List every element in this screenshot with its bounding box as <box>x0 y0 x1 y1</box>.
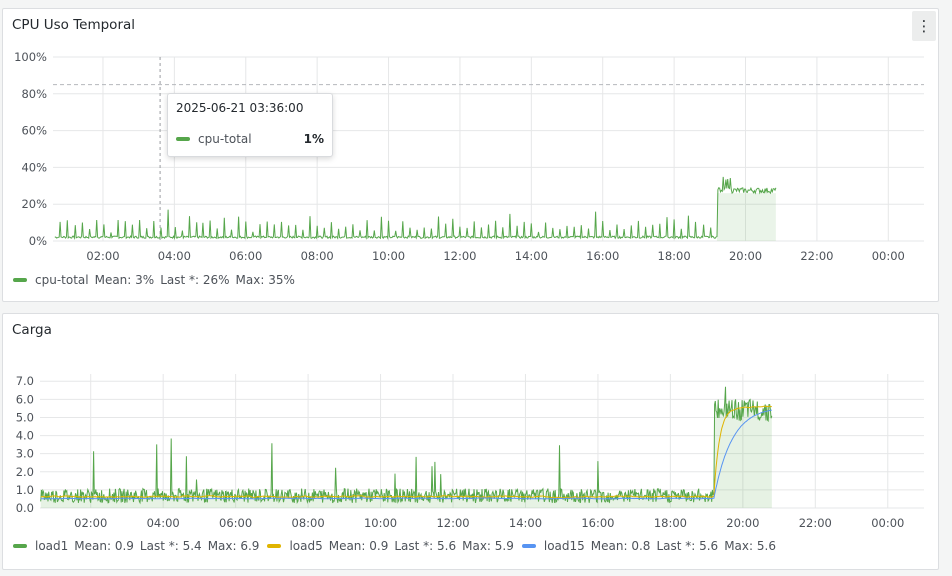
legend-last: Last *: 5.6 <box>656 539 719 553</box>
x-tick-label: 06:00 <box>219 516 252 530</box>
legend-swatch <box>521 544 536 548</box>
x-tick-label: 14:00 <box>509 516 542 530</box>
series-line-load5 <box>40 405 772 499</box>
legend-last: Last *: 5.4 <box>139 539 202 553</box>
x-tick-label: 20:00 <box>726 516 759 530</box>
legend-mean: Mean: 0.9 <box>328 539 389 553</box>
legend-max: Max: 5.9 <box>462 539 514 553</box>
legend-mean: Mean: 0.9 <box>74 539 134 553</box>
x-tick-label: 12:00 <box>436 516 469 530</box>
x-tick-label: 22:00 <box>799 516 832 530</box>
legend-max: Max: 5.6 <box>724 539 776 553</box>
x-tick-label: 02:00 <box>74 516 107 530</box>
y-tick-label: 5.0 <box>16 410 34 424</box>
legend-mean: Mean: 0.8 <box>590 539 651 553</box>
legend-series-name: load5 <box>289 539 323 553</box>
y-tick-label: 2.0 <box>16 465 34 479</box>
legend-swatch <box>13 544 27 548</box>
legend-last: Last *: 5.6 <box>394 539 457 553</box>
legend-series-name: load15 <box>543 539 585 553</box>
x-tick-label: 18:00 <box>654 516 687 530</box>
legend-item-load1[interactable]: load1 Mean: 0.9 Last *: 5.4 Max: 6.9 <box>13 539 259 553</box>
y-tick-label: 6.0 <box>16 392 34 406</box>
load-chart[interactable]: 0.0 1.0 2.0 3.0 4.0 5.0 6.0 7.0 02:00 04:00 06:00 0… <box>0 0 952 576</box>
y-tick-label: 0.0 <box>16 501 34 515</box>
y-tick-label: 3.0 <box>16 447 34 461</box>
y-tick-label: 1.0 <box>16 483 34 497</box>
series-line-load15 <box>40 409 772 500</box>
y-tick-label: 4.0 <box>16 429 34 443</box>
series-line-load1 <box>40 386 773 505</box>
legend-series-name: load1 <box>35 539 69 553</box>
legend-swatch <box>267 544 282 548</box>
x-tick-label: 08:00 <box>292 516 325 530</box>
load-legend: load1 Mean: 0.9 Last *: 5.4 Max: 6.9 loa… <box>13 539 784 553</box>
x-tick-label: 04:00 <box>147 516 180 530</box>
y-tick-label: 7.0 <box>16 374 34 388</box>
legend-item-load5[interactable]: load5 Mean: 0.9 Last *: 5.6 Max: 5.9 <box>267 539 514 553</box>
legend-max: Max: 6.9 <box>207 539 260 553</box>
x-tick-label: 10:00 <box>364 516 397 530</box>
x-tick-label: 16:00 <box>581 516 614 530</box>
legend-item-load15[interactable]: load15 Mean: 0.8 Last *: 5.6 Max: 5.6 <box>521 539 776 553</box>
x-tick-label: 00:00 <box>871 516 904 530</box>
